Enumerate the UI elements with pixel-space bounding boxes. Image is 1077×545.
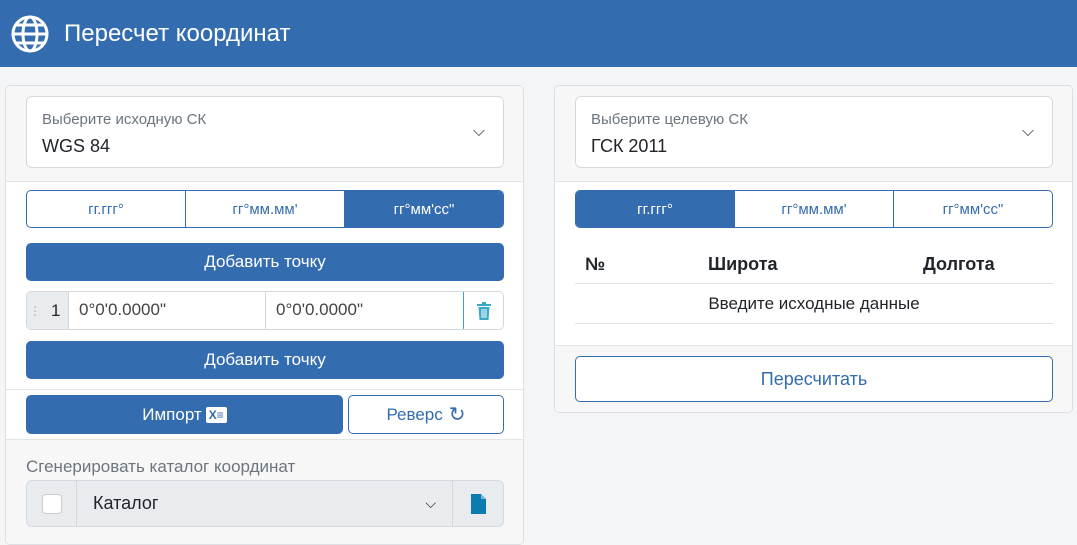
- file-icon: [470, 493, 486, 514]
- import-label: Импорт: [142, 404, 202, 424]
- page-title: Пересчет координат: [64, 19, 291, 47]
- reverse-button[interactable]: Реверс ↻: [348, 395, 504, 434]
- trash-icon: [476, 301, 491, 320]
- catalog-select[interactable]: Каталог ⌵: [77, 481, 453, 526]
- source-format-dms[interactable]: гг°мм'сс": [345, 191, 503, 227]
- target-format-dms[interactable]: гг°мм'сс": [894, 191, 1052, 227]
- col-longitude: Долгота: [923, 254, 995, 274]
- source-panel: Выберите исходную СК WGS 84 ⌵ гг.ггг° гг…: [5, 85, 524, 545]
- point-row: ⋮ 1 0°0'0.0000" 0°0'0.0000": [26, 291, 504, 330]
- catalog-checkbox[interactable]: [41, 493, 62, 514]
- chevron-down-icon: ⌵: [1021, 123, 1034, 140]
- target-format-toggle: гг.ггг° гг°мм.мм' гг°мм'сс": [575, 190, 1053, 228]
- target-crs-value: ГСК 2011: [591, 136, 668, 156]
- results-table-header: № Широта Долгота: [575, 246, 1053, 284]
- source-format-toggle: гг.ггг° гг°мм.мм' гг°мм'сс": [26, 190, 504, 228]
- source-crs-select[interactable]: Выберите исходную СК WGS 84 ⌵: [26, 96, 504, 168]
- generate-file-button[interactable]: [453, 481, 503, 526]
- catalog-group: Каталог ⌵: [26, 480, 504, 527]
- target-crs-select[interactable]: Выберите целевую СК ГСК 2011 ⌵: [575, 96, 1053, 168]
- globe-icon: [11, 15, 49, 52]
- col-latitude: Широта: [708, 254, 778, 274]
- latitude-input[interactable]: 0°0'0.0000": [69, 292, 266, 329]
- empty-message: Введите исходные данные: [575, 284, 1053, 324]
- source-crs-label: Выберите исходную СК: [42, 111, 207, 128]
- point-number: 1: [51, 300, 61, 320]
- reverse-label: Реверс: [386, 404, 443, 424]
- import-button[interactable]: Импорт X≡: [26, 395, 343, 434]
- target-crs-label: Выберите целевую СК: [591, 111, 748, 128]
- drag-handle[interactable]: ⋮ 1: [27, 292, 69, 329]
- chevron-down-icon: ⌵: [472, 123, 485, 140]
- refresh-icon: ↻: [448, 404, 466, 426]
- add-point-button-bottom[interactable]: Добавить точку: [26, 341, 504, 379]
- catalog-value: Каталог: [93, 493, 159, 513]
- catalog-label: Сгенерировать каталог координат: [26, 457, 296, 476]
- target-format-dm[interactable]: гг°мм.мм': [735, 191, 894, 227]
- excel-icon: X≡: [205, 406, 227, 423]
- col-number: №: [585, 254, 606, 274]
- target-format-decimal[interactable]: гг.ггг°: [576, 191, 735, 227]
- longitude-input[interactable]: 0°0'0.0000": [266, 292, 463, 329]
- source-crs-value: WGS 84: [42, 136, 111, 156]
- source-format-dm[interactable]: гг°мм.мм': [186, 191, 345, 227]
- source-format-decimal[interactable]: гг.ггг°: [27, 191, 186, 227]
- delete-point-button[interactable]: [463, 292, 503, 329]
- add-point-button-top[interactable]: Добавить точку: [26, 243, 504, 281]
- chevron-down-icon: ⌵: [425, 495, 436, 511]
- recalculate-button[interactable]: Пересчитать: [575, 356, 1053, 402]
- target-panel: Выберите целевую СК ГСК 2011 ⌵ гг.ггг° г…: [554, 85, 1073, 413]
- app-header: Пересчет координат: [0, 0, 1077, 67]
